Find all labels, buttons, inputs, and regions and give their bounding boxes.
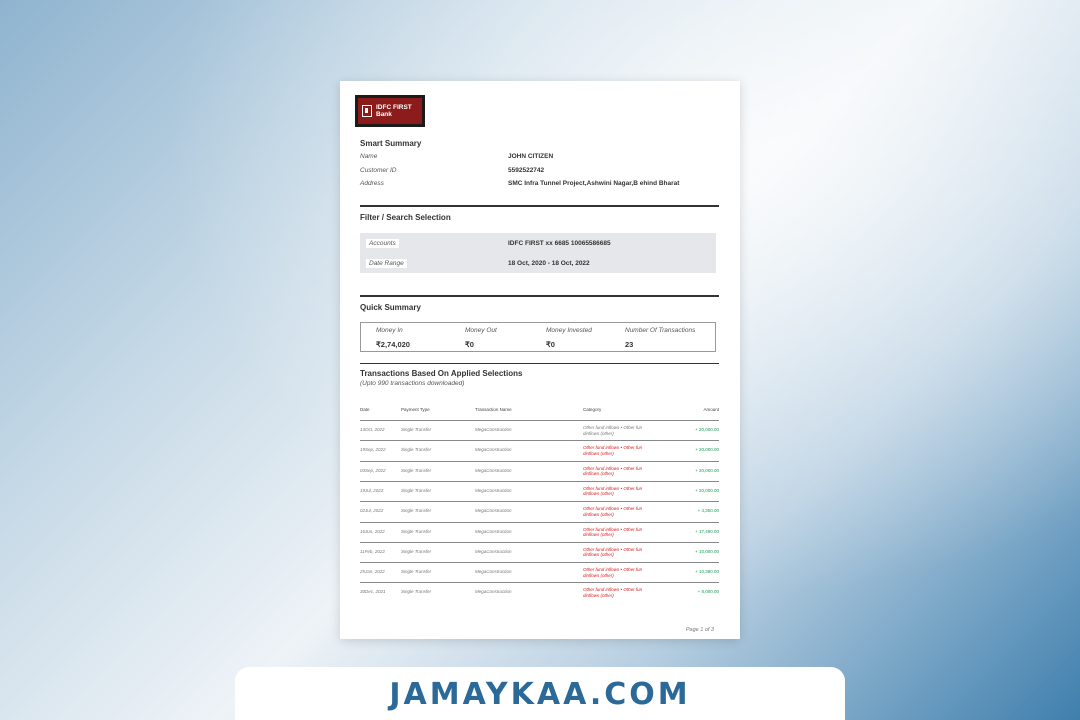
amount-cell: + 20,000.00 [695,487,719,493]
table-row: 03Sep, 2022 Single Transfer MegaConstructi… [360,460,719,481]
table-row: 30Dec, 2021 Single Transfer MegaConstructi… [360,582,719,602]
filter-title: Filter / Search Selection [360,213,451,222]
payment-type-cell: Single Transfer [401,508,432,514]
date-cell: 13Oct, 2022 [360,427,385,432]
money-in-value: ₹2,74,020 [376,340,410,349]
transaction-name-cell: MegaConstruction [475,447,512,453]
date-cell: 19Sep, 2022 [360,447,386,453]
transaction-name-cell: MegaConstruction [475,569,512,575]
filter-box: Accounts IDFC FIRST xx 6685 10065586685 … [360,233,716,273]
transaction-name-cell: MegaConstruction [475,487,512,493]
section-divider [360,363,719,364]
money-invested-label: Money Invested [546,327,592,334]
customer-id-label: Customer ID [360,167,397,174]
amount-cell: + 10,380.00 [695,569,719,575]
page-number: Page 1 of 3 [685,627,714,633]
money-out-value: ₹0 [465,340,474,349]
date-cell: 30Dec, 2021 [360,589,386,595]
date-range-label: Date Range [366,259,407,268]
transactions-subtitle: (Upto 990 transactions downloaded) [360,380,465,387]
site-name: JAMAYKAA.COM [389,677,691,712]
header-payment-type: Payment Type [401,407,430,412]
payment-type-cell: Single Transfer [401,487,432,493]
payment-type-cell: Single Transfer [401,467,432,473]
date-cell: 03Sep, 2022 [360,467,386,473]
address-label: Address [360,180,384,187]
header-date: Date [360,407,370,412]
amount-cell: + 17,490.00 [695,528,719,534]
money-invested-value: ₹0 [546,340,555,349]
category-cell: Other fund inflows • Other fun dinflows … [583,546,643,558]
quick-summary-box: Money In ₹2,74,020 Money Out ₹0 Money In… [360,322,716,352]
section-divider [360,205,719,207]
header-category: Category [583,407,602,412]
category-cell: Other fund inflows • Other fun dinflows … [583,425,643,436]
category-cell: Other fund inflows • Other fun dinflows … [583,485,643,497]
bank-logo-icon [362,105,372,117]
amount-cell: + 20,000.00 [695,467,719,473]
table-row: 02Jul, 2022 Single Transfer MegaConstructi… [360,501,719,521]
payment-type-cell: Single Transfer [401,447,432,453]
address-value: SMC Infra Tunnel Project,Ashwini Nagar,B… [508,180,680,187]
header-amount: Amount [703,407,719,412]
payment-type-cell: Single Transfer [401,569,432,575]
transaction-name-cell: MegaConstruction [475,427,512,432]
category-cell: Other fund inflows • Other fun dinflows … [583,587,643,598]
category-cell: Other fund inflows • Other fun dinflows … [583,567,643,578]
amount-cell: + 10,000.00 [695,548,719,554]
smart-summary-title: Smart Summary [360,139,422,148]
date-range-value: 18 Oct, 2020 - 18 Oct, 2022 [508,260,590,267]
accounts-value: IDFC FIRST xx 6685 10065586685 [508,240,611,247]
logo-line2: Bank [376,111,392,118]
amount-cell: + 8,000.00 [697,589,719,595]
payment-type-cell: Single Transfer [401,589,432,595]
money-out-label: Money Out [465,327,497,334]
transaction-count-value: 23 [625,340,634,349]
transaction-name-cell: MegaConstruction [475,528,512,534]
customer-id-value: 5592522742 [508,167,545,174]
bank-logo: IDFC FIRST Bank [355,95,425,127]
date-cell: 19Jul, 2022 [360,487,384,493]
section-divider [360,295,719,297]
payment-type-cell: Single Transfer [401,548,432,554]
transaction-name-cell: MegaConstruction [475,589,512,595]
payment-type-cell: Single Transfer [401,427,432,432]
quick-summary-title: Quick Summary [360,303,421,312]
payment-type-cell: Single Transfer [401,528,432,534]
transaction-name-cell: MegaConstruction [475,508,512,514]
date-cell: 16Jun, 2022 [360,528,385,534]
table-row: 16Jun, 2022 Single Transfer MegaConstructi… [360,521,719,542]
transaction-count-label: Number Of Transactions [625,327,696,334]
date-cell: 25Jan, 2022 [360,569,385,575]
category-cell: Other fund inflows • Other fun dinflows … [583,506,643,517]
header-transaction-name: Transaction Name [475,407,512,412]
name-value: JOHN CITIZEN [508,153,554,160]
logo-line1: IDFC FIRST [376,104,412,111]
table-row: 11Feb, 2022 Single Transfer MegaConstructi… [360,541,719,562]
site-banner: JAMAYKAA.COM [235,667,845,720]
transactions-title: Transactions Based On Applied Selections [360,369,523,378]
accounts-label: Accounts [366,239,399,248]
date-cell: 11Feb, 2022 [360,548,385,554]
amount-cell: + 4,350.00 [697,508,719,514]
table-row: 25Jan, 2022 Single Transfer MegaConstructi… [360,562,719,582]
date-cell: 02Jul, 2022 [360,508,384,514]
bank-statement-page: IDFC FIRST Bank Smart Summary Name JOHN … [340,81,740,639]
amount-cell: + 20,000.00 [695,427,719,432]
money-in-label: Money In [376,327,403,334]
amount-cell: + 20,000.00 [695,447,719,453]
table-row: 19Jul, 2022 Single Transfer MegaConstructi… [360,480,719,501]
category-cell: Other fund inflows • Other fun dinflows … [583,445,643,456]
category-cell: Other fund inflows • Other fun dinflows … [583,526,643,538]
category-cell: Other fund inflows • Other fun dinflows … [583,465,643,477]
transaction-name-cell: MegaConstruction [475,467,512,473]
transaction-name-cell: MegaConstruction [475,548,512,554]
table-row: 19Sep, 2022 Single Transfer MegaConstructi… [360,440,719,460]
table-row: 13Oct, 2022 Single Transfer MegaConstructi… [360,420,719,440]
name-label: Name [360,153,378,160]
